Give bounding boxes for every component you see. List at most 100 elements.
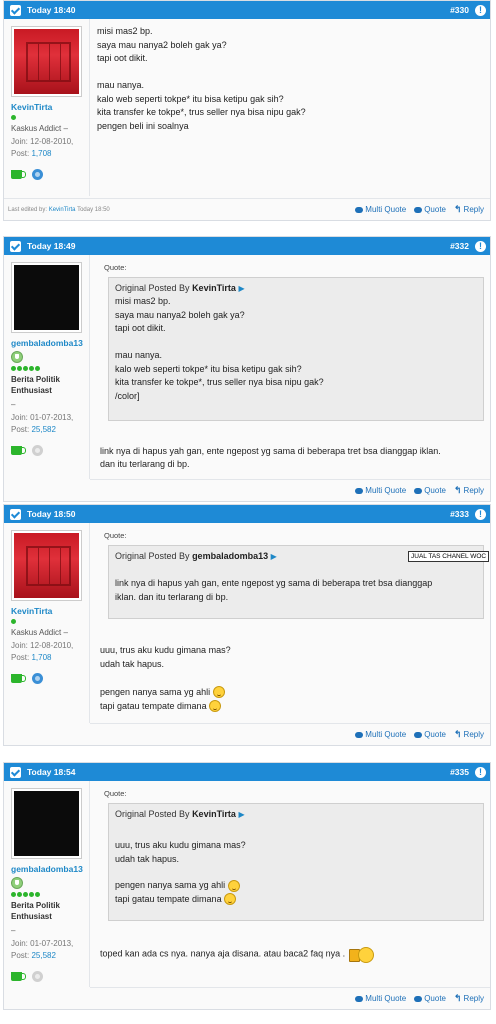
profile-globe-icon[interactable] (32, 445, 43, 456)
user-meta: Join: 01-07-2013, Post: 25,582 (11, 939, 74, 960)
username[interactable]: KevinTirta (11, 102, 89, 112)
post-number[interactable]: #335 (450, 767, 469, 777)
reply-button[interactable]: ↰ Reply (454, 485, 484, 496)
report-icon[interactable]: ! (475, 4, 486, 16)
confused-smiley-icon (212, 686, 225, 699)
post-count-link[interactable]: 25,582 (31, 425, 55, 434)
cheers-smiley-icon (349, 946, 375, 963)
badge-shield-icon (11, 877, 23, 889)
view-post-arrow-icon[interactable]: ▶ (238, 284, 244, 293)
profile-globe-icon[interactable] (32, 673, 43, 684)
avatar[interactable] (11, 262, 82, 333)
quote-box: Original Posted By KevinTirta ▶ uuu, tru… (108, 802, 484, 921)
user-info: gembaladomba13 Berita Politik Enthusiast… (4, 781, 90, 987)
checkbox-icon[interactable] (10, 240, 21, 252)
username[interactable]: gembaladomba13 (11, 864, 89, 874)
multi-quote-icon (355, 487, 364, 494)
multi-quote-icon (355, 206, 364, 213)
avatar[interactable] (11, 26, 82, 97)
checkbox-icon[interactable] (10, 4, 21, 16)
post-footer: Multi Quote Quote ↰ Reply (90, 987, 490, 1009)
quote-button[interactable]: Quote (414, 730, 446, 739)
post-number[interactable]: #333 (450, 509, 469, 519)
user-title: Kaskus Addict – (11, 124, 68, 133)
reply-button[interactable]: ↰ Reply (454, 729, 484, 740)
post-time: Today 18:54 (27, 767, 76, 777)
report-icon[interactable]: ! (475, 240, 486, 252)
view-post-arrow-icon[interactable]: ▶ (238, 810, 244, 819)
quote-button[interactable]: Quote (414, 994, 446, 1003)
user-info: KevinTirta Kaskus Addict – Join: 12-08-2… (4, 523, 90, 723)
post-content: misi mas2 bp. saya mau nanya2 boleh gak … (97, 25, 484, 133)
report-icon[interactable]: ! (475, 508, 486, 520)
post-message: link nya di hapus yah gan, ente ngepost … (100, 445, 441, 470)
multi-quote-button[interactable]: Multi Quote (355, 730, 406, 739)
post-number[interactable]: #332 (450, 241, 469, 251)
multi-quote-icon (355, 731, 364, 738)
reputation-dots (11, 892, 89, 897)
checkbox-icon[interactable] (10, 508, 21, 520)
reply-button[interactable]: ↰ Reply (454, 993, 484, 1004)
user-info: gembaladomba13 Berita Politik Enthusiast… (4, 255, 90, 479)
user-info: KevinTirta Kaskus Addict – Join: 12-08-2… (4, 19, 90, 196)
post-message: misi mas2 bp. saya mau nanya2 boleh gak … (97, 26, 306, 131)
quote-button[interactable]: Quote (414, 486, 446, 495)
cendol-icon[interactable] (11, 446, 26, 455)
quote-icon (414, 487, 423, 494)
post-count-link[interactable]: 1,708 (31, 149, 51, 158)
post-count-link[interactable]: 1,708 (31, 653, 51, 662)
quote-text: link nya di hapus yah gan, ente ngepost … (115, 578, 433, 602)
multi-quote-button[interactable]: Multi Quote (355, 994, 406, 1003)
user-title: Kaskus Addict – (11, 628, 68, 637)
post-footer: Multi Quote Quote ↰ Reply (90, 479, 490, 501)
post-number[interactable]: #330 (450, 5, 469, 15)
quote-label: Quote: (104, 531, 127, 540)
post-335: Today 18:54 #335 ! gembaladomba13 Berita… (3, 762, 491, 1010)
avatar[interactable] (11, 788, 82, 859)
post-330: Today 18:40 #330 ! KevinTirta Kaskus Add… (3, 0, 491, 221)
quote-icon (414, 206, 423, 213)
post-count-link[interactable]: 25,582 (31, 951, 55, 960)
post-time: Today 18:40 (27, 5, 76, 15)
edited-note: Last edited by: KevinTirta Today 18:50 (8, 206, 110, 213)
post-header: Today 18:49 #332 ! (4, 237, 490, 255)
avatar[interactable] (11, 530, 82, 601)
multi-quote-button[interactable]: Multi Quote (355, 486, 406, 495)
multi-quote-button[interactable]: Multi Quote (355, 205, 406, 214)
quote-label: Quote: (104, 263, 127, 272)
cendol-icon[interactable] (11, 674, 26, 683)
cendol-icon[interactable] (11, 170, 26, 179)
badge-shield-icon (11, 351, 23, 363)
user-title: Berita Politik Enthusiast (11, 375, 60, 395)
user-title: Berita Politik Enthusiast (11, 901, 60, 921)
post-333: Today 18:50 #333 ! KevinTirta Kaskus Add… (3, 504, 491, 746)
profile-globe-icon[interactable] (32, 971, 43, 982)
post-332: Today 18:49 #332 ! gembaladomba13 Berita… (3, 236, 491, 502)
username[interactable]: gembaladomba13 (11, 338, 89, 348)
quote-icon (414, 731, 423, 738)
confused-smiley-icon (209, 700, 222, 713)
reputation-dots (11, 366, 89, 371)
post-footer: Last edited by: KevinTirta Today 18:50 M… (4, 198, 490, 220)
reply-icon: ↰ (454, 485, 462, 495)
username[interactable]: KevinTirta (11, 606, 89, 616)
quote-text: misi mas2 bp. saya mau nanya2 boleh gak … (115, 296, 324, 401)
reply-button[interactable]: ↰ Reply (454, 204, 484, 215)
quote-label: Quote: (104, 789, 127, 798)
post-content: Quote: Original Posted By KevinTirta ▶ m… (100, 261, 484, 472)
confused-smiley-icon (224, 893, 237, 906)
multi-quote-icon (355, 995, 364, 1002)
post-header: Today 18:40 #330 ! (4, 1, 490, 19)
post-message: toped kan ada cs nya. nanya aja disana. … (100, 946, 484, 963)
confused-smiley-icon (227, 879, 240, 892)
quote-icon (414, 995, 423, 1002)
user-meta: Join: 12-08-2010, Post: 1,708 (11, 137, 74, 158)
cendol-icon[interactable] (11, 972, 26, 981)
link-tooltip: JUAL TAS CHANEL WOC (408, 551, 490, 562)
quote-button[interactable]: Quote (414, 205, 446, 214)
report-icon[interactable]: ! (475, 766, 486, 778)
view-post-arrow-icon[interactable]: ▶ (271, 552, 277, 561)
checkbox-icon[interactable] (10, 766, 21, 778)
online-status-icon (11, 115, 16, 120)
profile-globe-icon[interactable] (32, 169, 43, 180)
